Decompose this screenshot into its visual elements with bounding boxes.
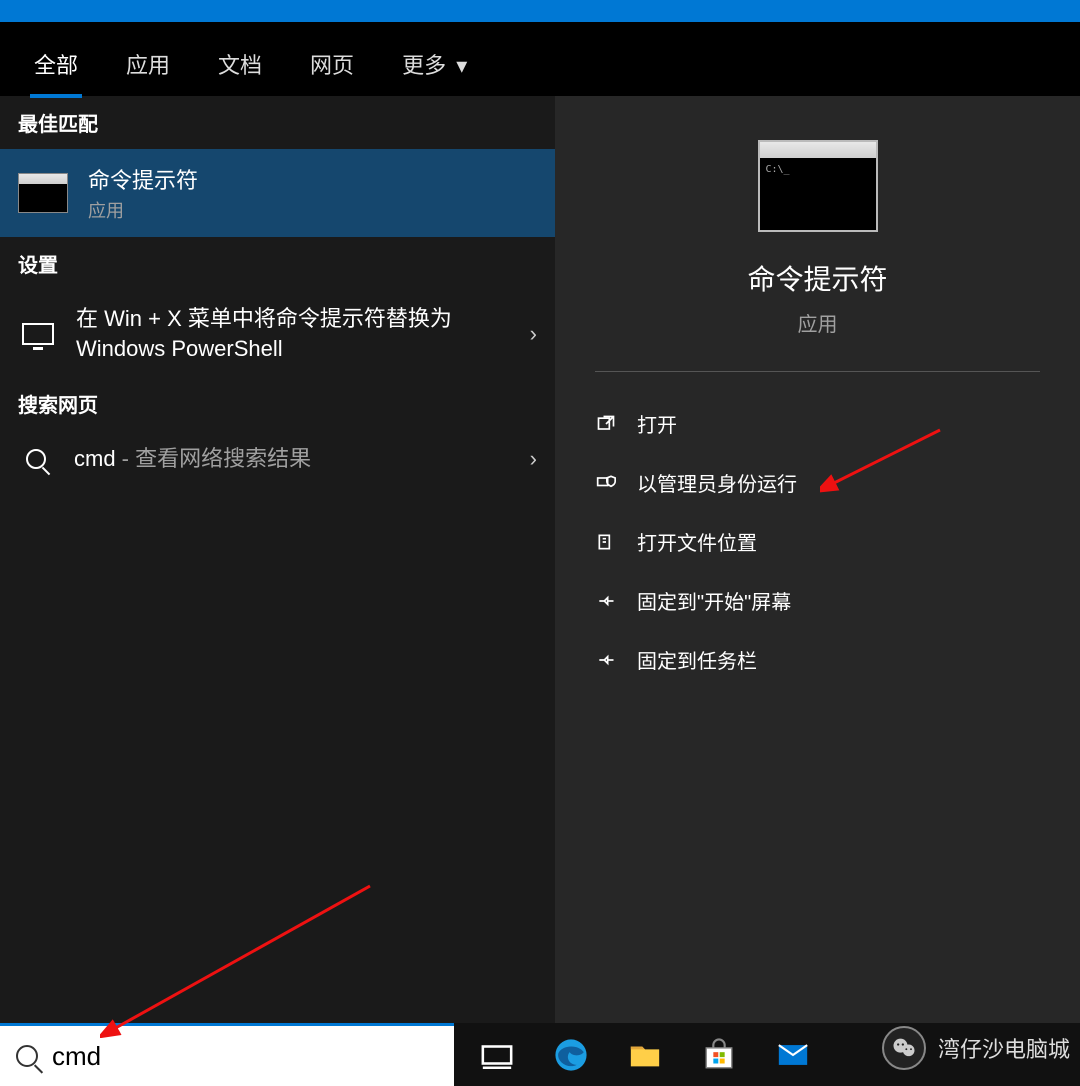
results-pane: 最佳匹配 命令提示符 应用 设置 在 Win + X 菜单中将命令提示符替换为 … [0,96,555,1029]
watermark-text: 湾仔沙电脑城 [938,1032,1070,1064]
microsoft-store-icon[interactable] [698,1034,740,1076]
wechat-icon [882,1026,926,1070]
tab-label: 文档 [218,53,262,78]
web-hint: - 查看网络搜索结果 [116,446,312,471]
tab-apps[interactable]: 应用 [102,36,194,96]
result-web-item[interactable]: cmd - 查看网络搜索结果 › [0,430,555,488]
watermark: 湾仔沙电脑城 [882,1026,1070,1070]
tab-web[interactable]: 网页 [286,36,378,96]
tab-label: 网页 [310,53,354,78]
action-pin-start[interactable]: 固定到"开始"屏幕 [593,571,1042,630]
result-title: 在 Win + X 菜单中将命令提示符替换为 Windows PowerShel… [76,304,510,363]
section-web: 搜索网页 [0,377,555,430]
preview-title: 命令提示符 [555,258,1080,298]
cmd-app-icon-large[interactable] [758,140,878,232]
action-label: 固定到任务栏 [637,645,757,674]
window-titlebar [0,0,1080,22]
chevron-right-icon: › [530,321,537,347]
divider [595,371,1040,372]
tab-label: 更多 [402,53,446,78]
tab-more[interactable]: 更多 ▾ [378,36,491,96]
preview-pane: 命令提示符 应用 打开 以管理员身份运行 [555,96,1080,1029]
result-sub: 应用 [88,197,537,223]
open-icon [593,414,619,434]
action-run-admin[interactable]: 以管理员身份运行 [593,453,1042,512]
action-open[interactable]: 打开 [593,394,1042,453]
tab-label: 应用 [126,53,170,78]
chevron-right-icon: › [530,446,537,472]
action-pin-taskbar[interactable]: 固定到任务栏 [593,630,1042,689]
web-query: cmd [74,446,116,471]
folder-icon [593,532,619,552]
result-title: 命令提示符 [88,163,537,195]
action-label: 固定到"开始"屏幕 [637,586,791,615]
action-open-location[interactable]: 打开文件位置 [593,512,1042,571]
search-icon [16,1045,38,1067]
tab-all[interactable]: 全部 [10,36,102,96]
file-explorer-icon[interactable] [624,1034,666,1076]
tab-label: 全部 [34,53,78,78]
task-view-icon[interactable] [476,1034,518,1076]
section-settings: 设置 [0,237,555,290]
pin-icon [593,650,619,670]
action-label: 以管理员身份运行 [637,468,797,497]
section-best-match: 最佳匹配 [0,96,555,149]
pin-icon [593,591,619,611]
search-category-tabs: 全部 应用 文档 网页 更多 ▾ [0,22,1080,96]
tab-documents[interactable]: 文档 [194,36,286,96]
chevron-down-icon: ▾ [456,53,467,79]
monitor-icon [22,323,54,345]
edge-browser-icon[interactable] [550,1034,592,1076]
result-best-match[interactable]: 命令提示符 应用 [0,149,555,237]
taskbar-search-box[interactable] [0,1023,454,1086]
action-label: 打开 [637,409,677,438]
search-input[interactable] [52,1041,352,1072]
search-icon [26,449,46,469]
cmd-app-icon [18,173,68,213]
preview-sub: 应用 [555,308,1080,337]
mail-icon[interactable] [772,1034,814,1076]
result-title: cmd - 查看网络搜索结果 [74,444,510,474]
shield-icon [593,473,619,493]
result-settings-item[interactable]: 在 Win + X 菜单中将命令提示符替换为 Windows PowerShel… [0,290,555,377]
action-label: 打开文件位置 [637,527,757,556]
